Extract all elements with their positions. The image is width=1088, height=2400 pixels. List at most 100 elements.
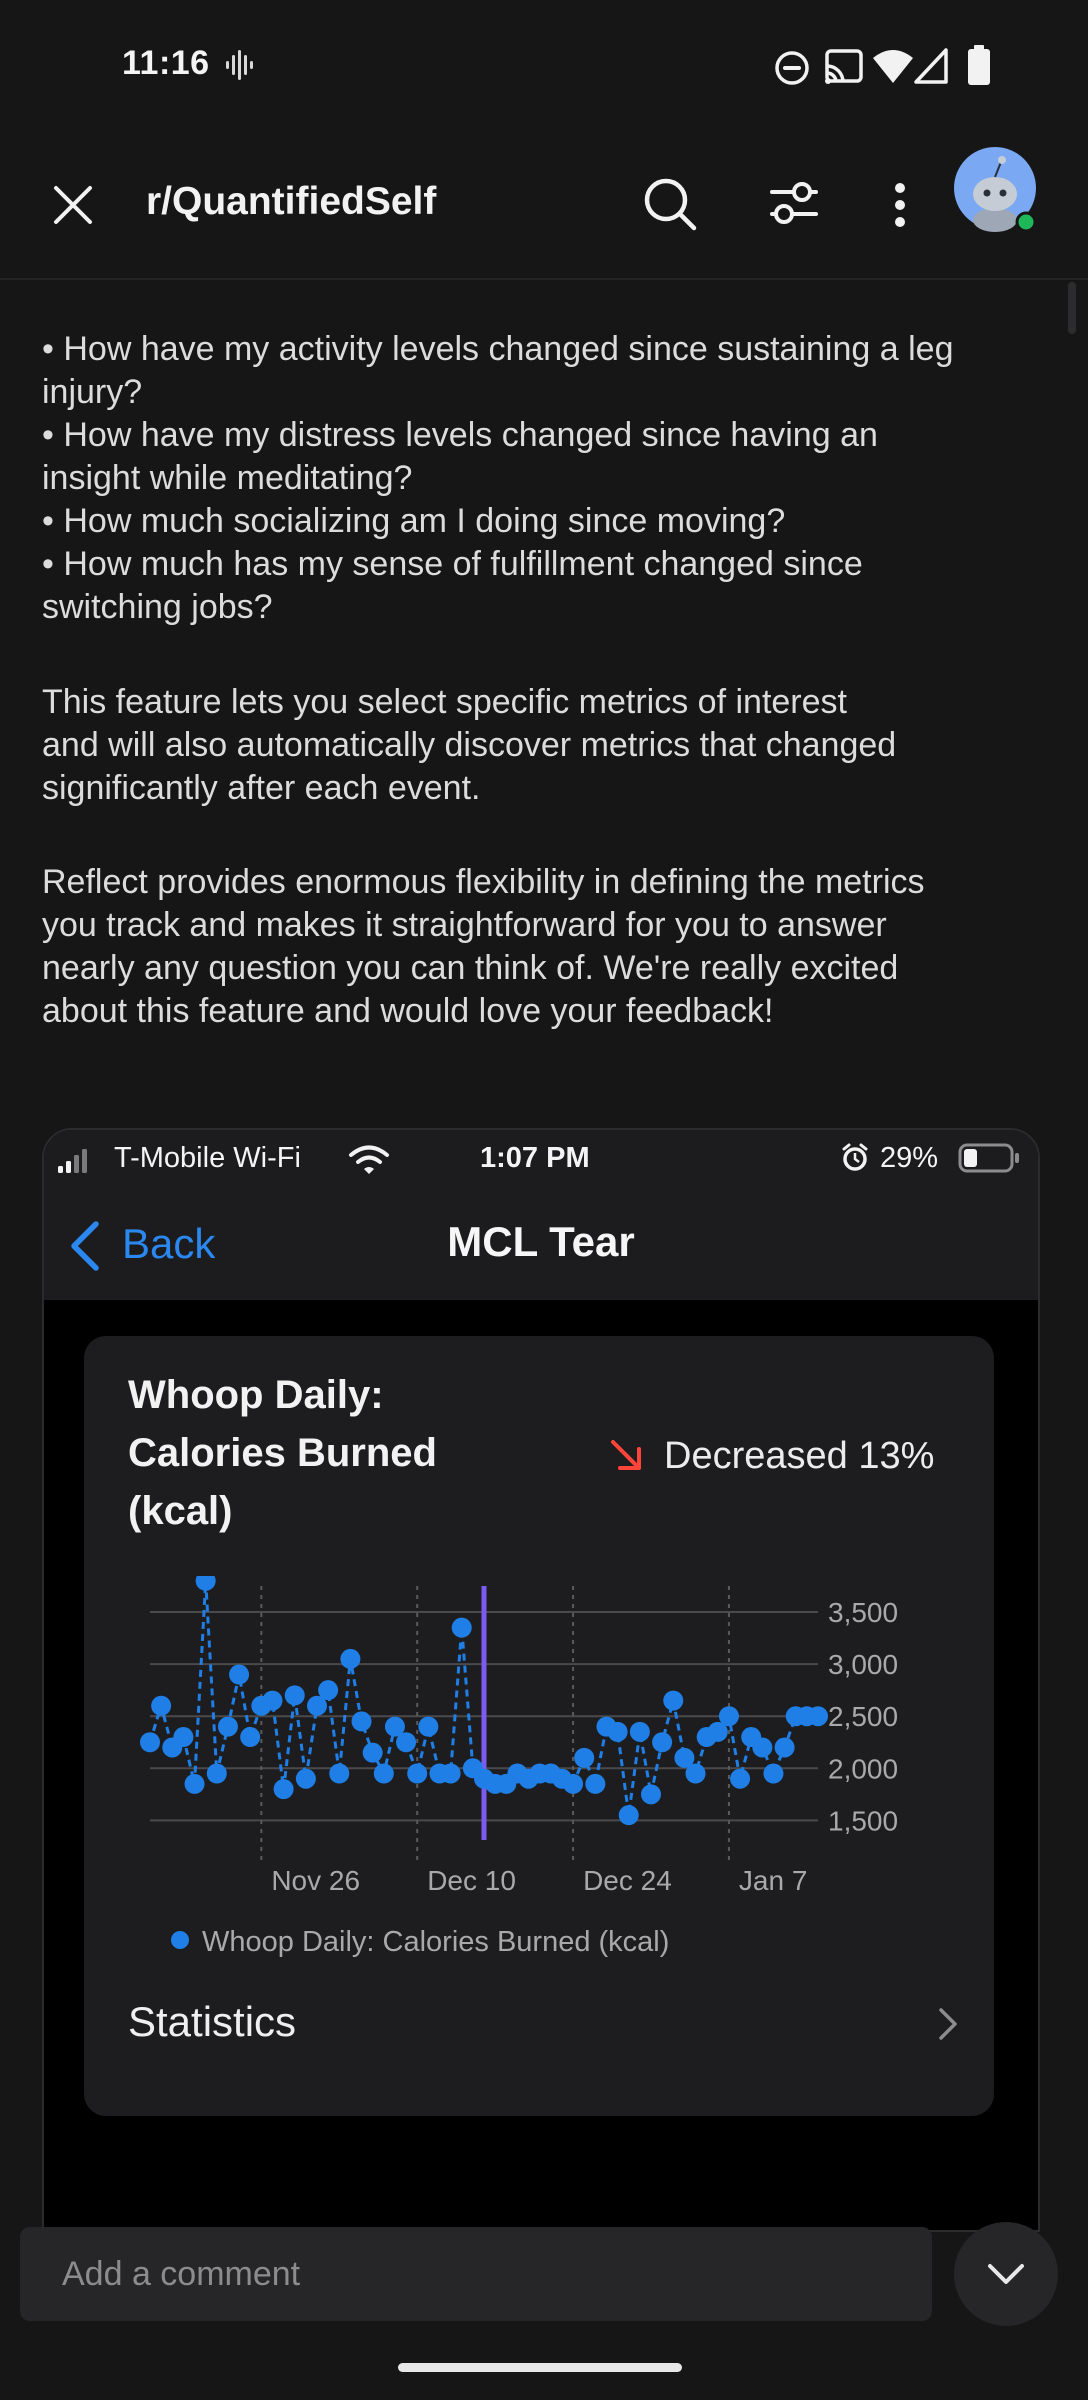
data-point bbox=[763, 1763, 784, 1784]
cell-signal-icon bbox=[58, 1149, 87, 1173]
data-point bbox=[652, 1732, 673, 1753]
embedded-nav-area: T-Mobile Wi-Fi 1:07 PM 29% Back MCL Tear bbox=[44, 1130, 1038, 1300]
card-title: Whoop Daily: Calories Burned (kcal) bbox=[128, 1366, 437, 1540]
bullet-item: • How have my distress levels changed si… bbox=[42, 416, 878, 454]
x-tick-label: Dec 10 bbox=[427, 1865, 516, 1896]
bullet-item: • How much has my sense of fulfillment c… bbox=[42, 545, 863, 583]
text-line: about this feature and would love your f… bbox=[42, 992, 774, 1030]
cast-icon bbox=[825, 49, 863, 84]
y-tick-label: 3,000 bbox=[828, 1649, 898, 1680]
data-point bbox=[329, 1763, 350, 1784]
data-point bbox=[440, 1763, 461, 1784]
data-point bbox=[718, 1706, 739, 1727]
card-title-line: Calories Burned bbox=[128, 1431, 437, 1475]
status-time: 11:16 bbox=[122, 44, 210, 82]
bullet-item: switching jobs? bbox=[42, 588, 273, 626]
data-point bbox=[217, 1716, 238, 1737]
x-tick-label: Nov 26 bbox=[271, 1865, 360, 1896]
data-point bbox=[607, 1721, 628, 1742]
voice-activity-icon bbox=[226, 50, 253, 80]
cell-signal-icon bbox=[914, 48, 948, 84]
comment-input[interactable] bbox=[20, 2227, 932, 2321]
data-point bbox=[295, 1768, 316, 1789]
paragraph-feature: This feature lets you select specific me… bbox=[42, 681, 1052, 810]
change-text: Decreased 13% bbox=[664, 1434, 935, 1477]
header-divider bbox=[0, 278, 1088, 280]
collapse-button[interactable] bbox=[954, 2222, 1058, 2326]
bullet-item: injury? bbox=[42, 373, 143, 411]
app-header: r/QuantifiedSelf bbox=[0, 130, 1088, 280]
data-point bbox=[730, 1768, 751, 1789]
change-badge: Decreased 13% bbox=[608, 1426, 934, 1486]
paragraph-reflect: Reflect provides enormous flexibility in… bbox=[42, 861, 1052, 1033]
home-indicator[interactable] bbox=[398, 2363, 682, 2372]
data-point bbox=[563, 1773, 584, 1794]
data-point bbox=[685, 1763, 706, 1784]
text-line: significantly after each event. bbox=[42, 769, 481, 807]
data-point bbox=[641, 1784, 661, 1805]
data-point bbox=[206, 1763, 227, 1784]
close-icon[interactable] bbox=[52, 184, 94, 226]
text-line: you track and makes it straightforward f… bbox=[42, 906, 887, 944]
legend-swatch bbox=[171, 1931, 189, 1949]
data-point bbox=[618, 1805, 639, 1826]
embedded-battery: 29% bbox=[880, 1142, 939, 1174]
arrow-down-right-icon bbox=[611, 1440, 641, 1470]
data-point bbox=[151, 1695, 172, 1716]
status-bar: 11:16 bbox=[0, 0, 1088, 130]
data-point bbox=[184, 1773, 205, 1794]
dnd-icon bbox=[775, 51, 809, 85]
text-line: and will also automatically discover met… bbox=[42, 726, 897, 764]
x-tick-label: Dec 24 bbox=[583, 1865, 672, 1896]
data-point bbox=[240, 1727, 261, 1748]
data-point bbox=[663, 1690, 684, 1711]
battery-icon bbox=[958, 1143, 1019, 1173]
chevron-down-icon bbox=[988, 2264, 1024, 2284]
y-tick-label: 3,500 bbox=[828, 1597, 898, 1628]
embedded-time: 1:07 PM bbox=[480, 1142, 590, 1174]
filter-icon[interactable] bbox=[768, 180, 820, 226]
scrollbar[interactable] bbox=[1068, 282, 1076, 334]
more-vert-icon[interactable] bbox=[890, 182, 910, 228]
x-axis: Nov 26 Dec 10 Dec 24 Jan 7 bbox=[271, 1865, 807, 1896]
data-point bbox=[396, 1732, 417, 1753]
data-point bbox=[262, 1690, 283, 1711]
data-point bbox=[195, 1576, 216, 1591]
text-line: Reflect provides enormous flexibility in… bbox=[42, 863, 925, 901]
card-title-line: (kcal) bbox=[128, 1489, 233, 1533]
data-point bbox=[574, 1747, 595, 1768]
data-point bbox=[340, 1648, 361, 1669]
data-point bbox=[585, 1773, 606, 1794]
data-point bbox=[273, 1779, 294, 1800]
text-line: nearly any question you can think of. We… bbox=[42, 949, 899, 987]
search-icon[interactable] bbox=[642, 176, 698, 232]
data-point bbox=[373, 1763, 394, 1784]
chart-grid bbox=[260, 1586, 730, 1864]
y-tick-label: 1,500 bbox=[828, 1805, 898, 1836]
avatar[interactable] bbox=[952, 146, 1042, 236]
statistics-row[interactable]: Statistics bbox=[128, 1998, 296, 2046]
x-tick-label: Jan 7 bbox=[739, 1865, 808, 1896]
data-point bbox=[752, 1737, 773, 1758]
data-point bbox=[229, 1664, 250, 1685]
embedded-carrier: T-Mobile Wi-Fi bbox=[114, 1142, 301, 1174]
data-point bbox=[451, 1617, 472, 1638]
data-point bbox=[774, 1737, 795, 1758]
data-point bbox=[284, 1685, 305, 1706]
bullet-item: insight while meditating? bbox=[42, 459, 413, 497]
y-tick-label: 2,000 bbox=[828, 1753, 898, 1784]
chevron-right-icon[interactable] bbox=[936, 2006, 960, 2042]
data-point bbox=[808, 1706, 828, 1727]
data-point bbox=[140, 1732, 160, 1753]
y-axis: 1,500 2,000 2,500 3,000 3,500 bbox=[828, 1597, 898, 1836]
alarm-icon bbox=[842, 1143, 868, 1171]
embedded-page-title: MCL Tear bbox=[447, 1218, 635, 1265]
legend-label: Whoop Daily: Calories Burned (kcal) bbox=[202, 1926, 669, 1958]
embedded-image[interactable]: T-Mobile Wi-Fi 1:07 PM 29% Back MCL Tear… bbox=[42, 1128, 1040, 2232]
y-tick-label: 2,500 bbox=[828, 1701, 898, 1732]
subreddit-title[interactable]: r/QuantifiedSelf bbox=[146, 180, 436, 224]
bullet-item: • How much socializing am I doing since … bbox=[42, 502, 786, 540]
battery-icon bbox=[968, 45, 990, 85]
data-point bbox=[418, 1716, 439, 1737]
wifi-icon bbox=[349, 1145, 389, 1174]
